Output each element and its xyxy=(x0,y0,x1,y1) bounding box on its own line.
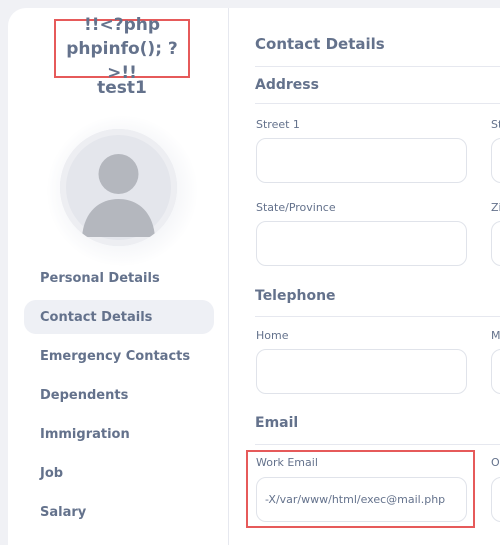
menu-item-label: Personal Details xyxy=(40,270,160,286)
street2-label: St xyxy=(491,118,500,131)
menu-item-label: Contact Details xyxy=(40,309,153,325)
menu-item-label: Immigration xyxy=(40,426,130,442)
menu-item-dependents[interactable]: Dependents xyxy=(24,378,214,412)
employee-name-box: !!<?php phpinfo(); ?>!! xyxy=(54,15,190,83)
street2-input[interactable] xyxy=(491,138,500,183)
street1-input[interactable] xyxy=(256,138,467,183)
other-email-input[interactable] xyxy=(491,477,500,522)
side-menu: Personal Details Contact Details Emergen… xyxy=(24,261,214,534)
other-email-label: O xyxy=(491,456,500,469)
mobile-input[interactable] xyxy=(491,349,500,394)
menu-item-contact-details[interactable]: Contact Details xyxy=(24,300,214,334)
address-heading: Address xyxy=(255,77,319,93)
address-divider xyxy=(255,103,500,104)
state-label: State/Province xyxy=(256,201,336,214)
work-email-label: Work Email xyxy=(256,456,318,469)
zip-input[interactable] xyxy=(491,221,500,266)
menu-item-label: Emergency Contacts xyxy=(40,348,191,364)
email-divider xyxy=(255,444,500,445)
page-title: Contact Details xyxy=(255,35,385,53)
user-silhouette-icon xyxy=(82,154,155,237)
work-email-input[interactable]: -X/var/www/html/exec@mail.php xyxy=(256,477,467,522)
telephone-heading: Telephone xyxy=(255,288,336,304)
menu-item-emergency-contacts[interactable]: Emergency Contacts xyxy=(24,339,214,373)
mobile-label: M xyxy=(491,329,500,342)
street1-label: Street 1 xyxy=(256,118,300,131)
menu-item-label: Job xyxy=(40,465,64,481)
menu-item-personal-details[interactable]: Personal Details xyxy=(24,261,214,295)
state-input[interactable] xyxy=(256,221,467,266)
menu-item-job[interactable]: Job xyxy=(24,456,214,490)
email-heading: Email xyxy=(255,415,299,431)
zip-label: Zi xyxy=(491,201,500,214)
menu-item-label: Salary xyxy=(40,504,87,520)
telephone-divider xyxy=(255,316,500,317)
employee-name-line1: !!<?php xyxy=(83,14,161,35)
home-phone-label: Home xyxy=(256,329,289,342)
employee-name-line3: test1 xyxy=(97,78,147,98)
menu-item-salary[interactable]: Salary xyxy=(24,495,214,529)
menu-item-label: Dependents xyxy=(40,387,129,403)
menu-item-immigration[interactable]: Immigration xyxy=(24,417,214,451)
avatar[interactable] xyxy=(60,129,177,246)
home-phone-input[interactable] xyxy=(256,349,467,394)
title-divider xyxy=(255,66,500,67)
